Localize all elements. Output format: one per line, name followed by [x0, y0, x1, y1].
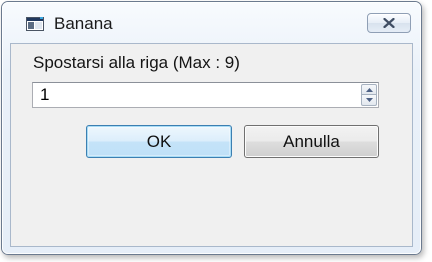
go-to-line-dialog: Banana Spostarsi alla riga (Max : 9) 1 O… — [1, 1, 422, 255]
spin-down-icon — [365, 98, 373, 102]
application-window-icon — [26, 17, 44, 31]
screen: Banana Spostarsi alla riga (Max : 9) 1 O… — [0, 0, 432, 262]
cancel-button[interactable]: Annulla — [244, 125, 379, 158]
ok-button[interactable]: OK — [86, 125, 232, 158]
line-number-spinbox[interactable]: 1 — [32, 82, 379, 108]
spin-up-icon — [365, 87, 373, 92]
close-icon — [383, 18, 395, 28]
spin-down-button[interactable] — [361, 95, 377, 106]
title-bar[interactable]: Banana — [2, 2, 421, 42]
spin-buttons — [361, 84, 377, 106]
line-prompt-label: Spostarsi alla riga (Max : 9) — [33, 53, 240, 72]
window-title: Banana — [54, 14, 113, 33]
spin-up-button[interactable] — [361, 84, 377, 95]
close-button[interactable] — [367, 13, 411, 33]
line-number-input[interactable]: 1 — [40, 85, 49, 105]
